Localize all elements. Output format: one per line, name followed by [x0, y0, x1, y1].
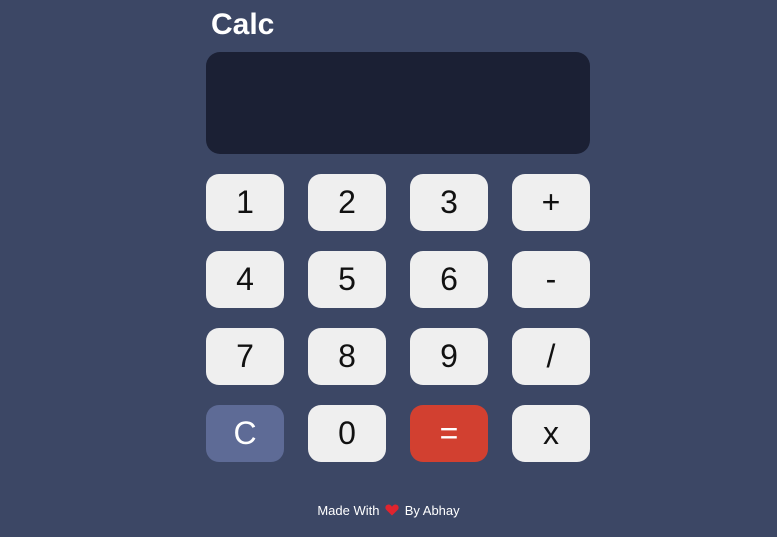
footer-credit: Made With By Abhay [0, 503, 777, 519]
digit-1-button[interactable]: 1 [206, 174, 284, 231]
digit-5-button[interactable]: 5 [308, 251, 386, 308]
digit-9-button[interactable]: 9 [410, 328, 488, 385]
heart-icon [385, 504, 399, 516]
calculator-display [206, 52, 590, 154]
footer-author: By Abhay [404, 503, 460, 518]
digit-0-button[interactable]: 0 [308, 405, 386, 462]
footer-made-with: Made With [317, 503, 380, 518]
digit-4-button[interactable]: 4 [206, 251, 284, 308]
digit-6-button[interactable]: 6 [410, 251, 488, 308]
multiply-button[interactable]: x [512, 405, 590, 462]
app-title: Calc [211, 8, 275, 41]
digit-7-button[interactable]: 7 [206, 328, 284, 385]
digit-8-button[interactable]: 8 [308, 328, 386, 385]
subtract-button[interactable]: - [512, 251, 590, 308]
equals-button[interactable]: = [410, 405, 488, 462]
digit-2-button[interactable]: 2 [308, 174, 386, 231]
clear-button[interactable]: C [206, 405, 284, 462]
add-button[interactable]: + [512, 174, 590, 231]
divide-button[interactable]: / [512, 328, 590, 385]
digit-3-button[interactable]: 3 [410, 174, 488, 231]
